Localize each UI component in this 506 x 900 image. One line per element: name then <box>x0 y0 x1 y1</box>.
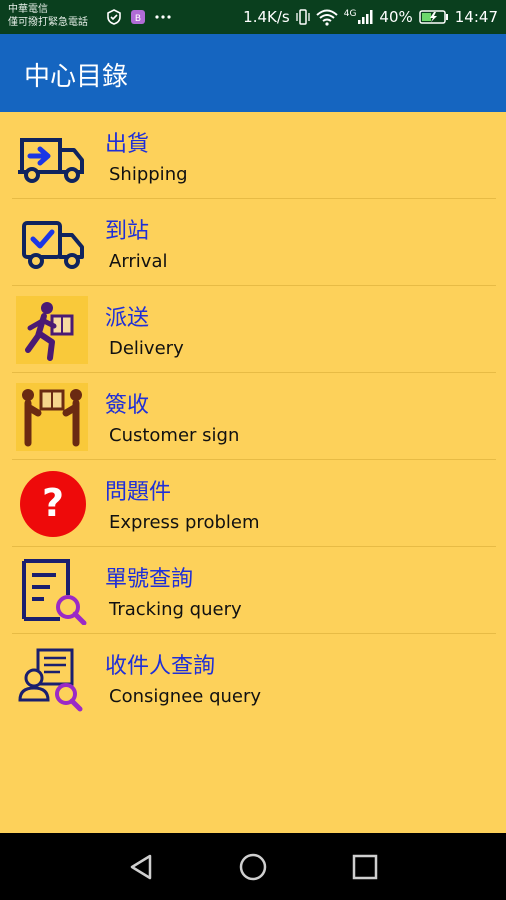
menu-item-title-en: Customer sign <box>109 425 240 446</box>
menu-list: 出貨 Shipping 到站 Arrival 派送 Delivery 簽收 Cu… <box>0 112 506 833</box>
cell-signal: 4G <box>344 9 374 25</box>
page-title: 中心目錄 <box>24 62 129 92</box>
navigation-bar <box>0 833 506 900</box>
menu-item-title-zh: 收件人查詢 <box>105 654 216 679</box>
home-icon[interactable] <box>237 851 269 883</box>
menu-item-customer-sign[interactable]: 簽收 Customer sign <box>12 373 496 460</box>
handover-icon <box>16 383 88 451</box>
arrival-truck-icon <box>16 209 88 277</box>
menu-item-title-en: Express problem <box>109 512 260 533</box>
shipping-truck-icon <box>16 122 88 190</box>
menu-item-consignee-query[interactable]: 收件人查詢 Consignee query <box>12 634 496 720</box>
menu-item-title-en: Shipping <box>109 164 188 185</box>
wifi-icon <box>316 9 338 26</box>
delivery-person-icon <box>16 296 88 364</box>
network-speed: 1.4K/s <box>243 8 290 26</box>
battery-percent: 40% <box>379 8 413 26</box>
svg-text:B: B <box>135 14 141 24</box>
document-search-icon <box>16 557 88 626</box>
recents-icon[interactable] <box>349 851 381 883</box>
menu-item-express-problem[interactable]: ? 問題件 Express problem <box>12 460 496 547</box>
menu-item-title-en: Tracking query <box>109 599 242 620</box>
menu-item-title-zh: 單號查詢 <box>105 567 194 592</box>
menu-item-shipping[interactable]: 出貨 Shipping <box>12 112 496 199</box>
question-icon: ? <box>16 470 88 538</box>
status-right: 1.4K/s 4G 40% 14:47 <box>243 7 498 27</box>
menu-item-title-en: Delivery <box>109 338 184 359</box>
menu-item-title-zh: 出貨 <box>105 132 150 157</box>
carrier-name: 中華電信 <box>8 4 48 15</box>
notification-icons: B <box>106 9 172 25</box>
battery-charging-icon <box>419 10 448 24</box>
clock: 14:47 <box>454 8 498 26</box>
menu-item-delivery[interactable]: 派送 Delivery <box>12 286 496 373</box>
back-icon[interactable] <box>126 851 158 883</box>
menu-item-tracking-query[interactable]: 單號查詢 Tracking query <box>12 547 496 634</box>
person-search-icon <box>16 644 88 712</box>
menu-item-title-en: Arrival <box>109 251 168 272</box>
menu-item-title-zh: 到站 <box>105 219 150 244</box>
carrier-info: 中華電信 僅可撥打緊急電話 <box>8 3 88 29</box>
vibrate-icon <box>296 9 310 25</box>
more-dots-icon <box>155 15 171 19</box>
menu-item-title-zh: 派送 <box>105 306 150 331</box>
emergency-calls-only: 僅可撥打緊急電話 <box>8 17 88 28</box>
menu-item-title-en: Consignee query <box>109 686 262 707</box>
signal-bars-icon <box>358 10 373 24</box>
network-type: 4G <box>343 9 357 19</box>
app-bar: 中心目錄 <box>0 34 506 112</box>
menu-item-title-zh: 簽收 <box>105 393 150 418</box>
menu-item-title-zh: 問題件 <box>105 480 172 505</box>
shield-icon <box>107 9 121 25</box>
status-bar: 中華電信 僅可撥打緊急電話 B 1.4K/s 4G 40% 14:47 <box>0 0 506 34</box>
svg-text:?: ? <box>42 481 64 525</box>
menu-item-arrival[interactable]: 到站 Arrival <box>12 199 496 286</box>
app-notification-icon: B <box>131 10 145 24</box>
